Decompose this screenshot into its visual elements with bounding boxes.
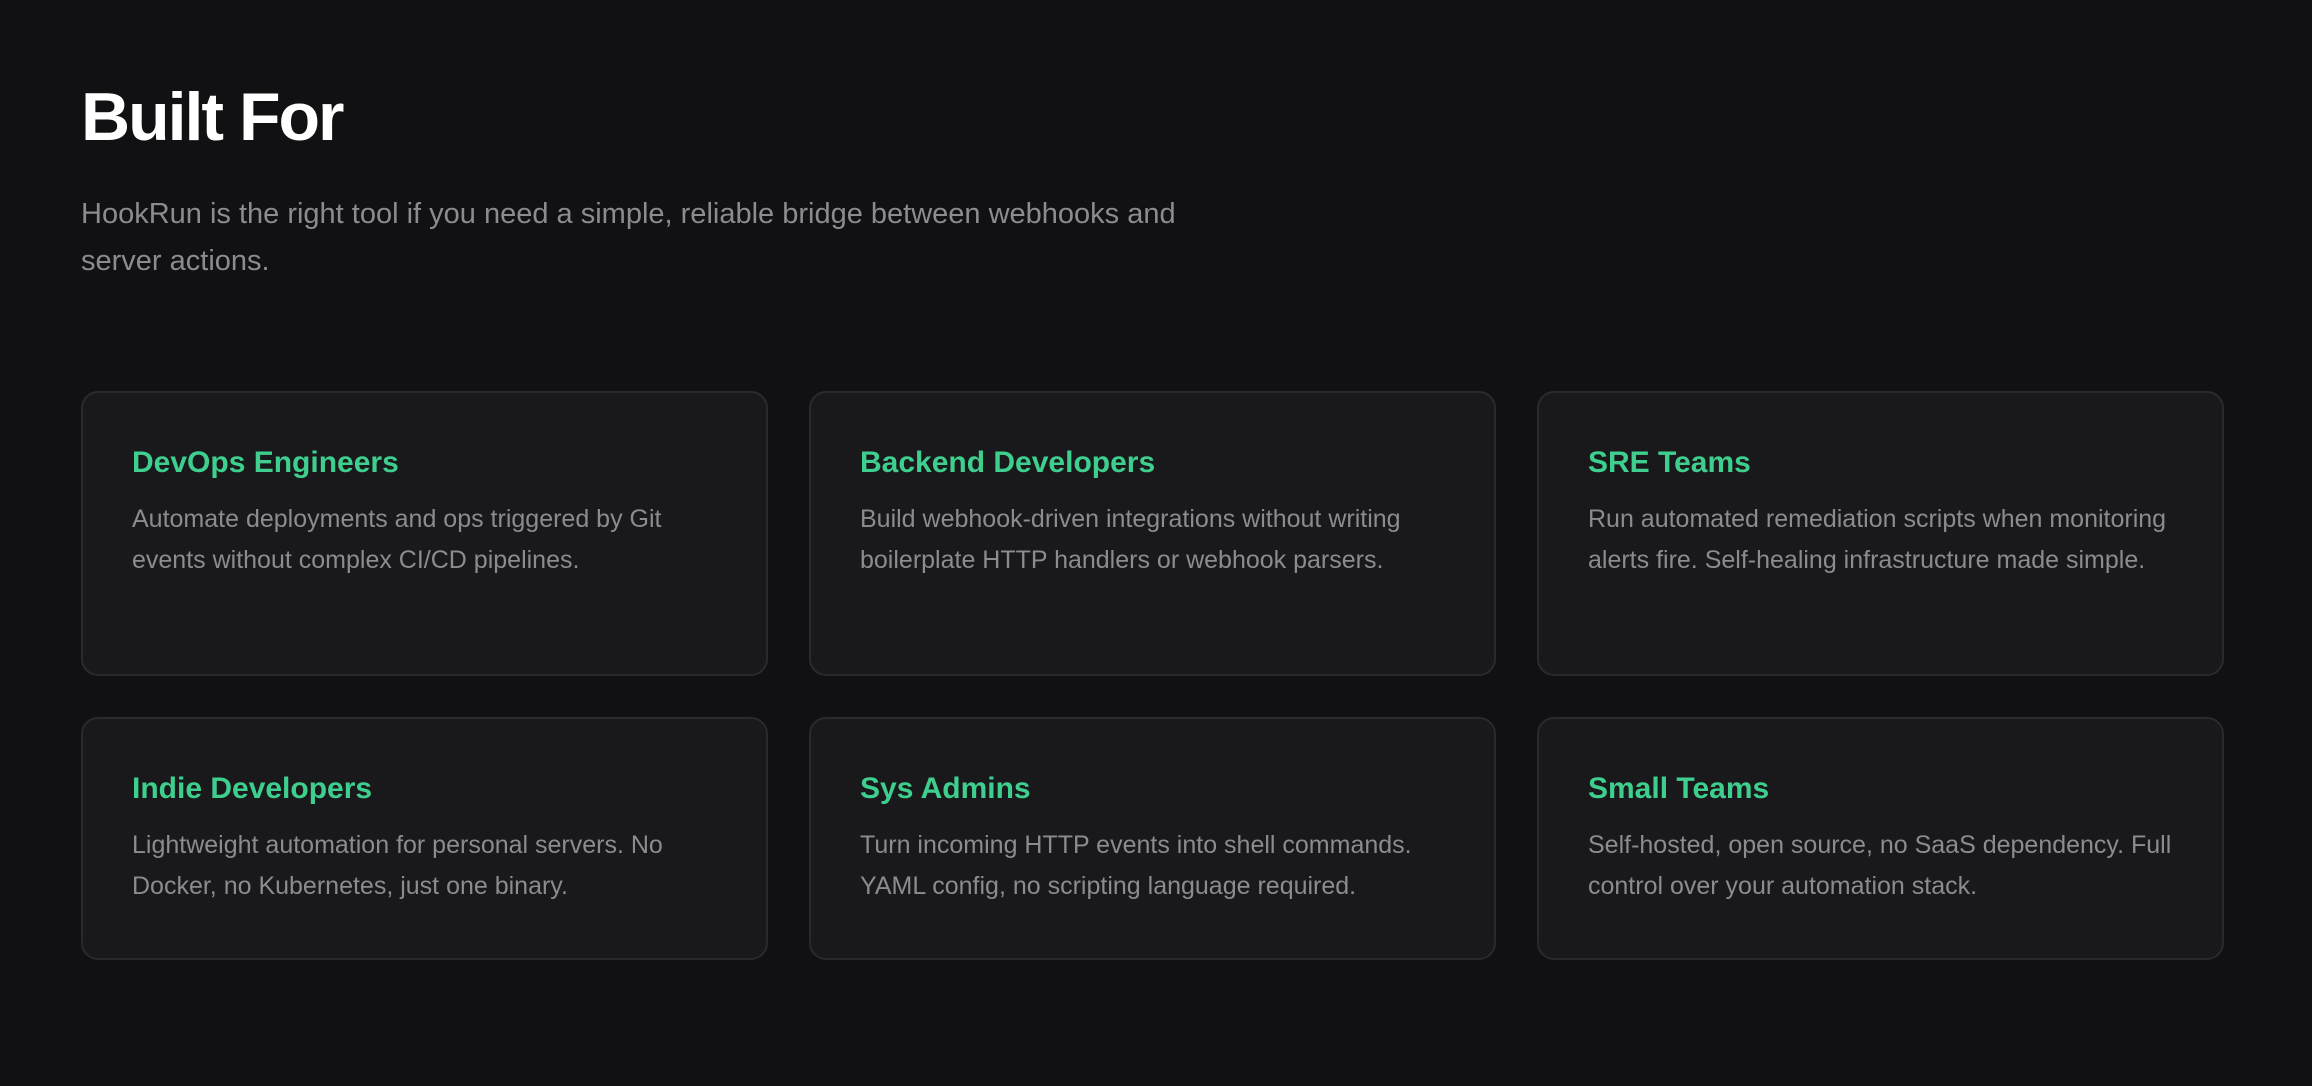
card-title: DevOps Engineers (132, 446, 399, 479)
card-title: Small Teams (1588, 772, 1770, 805)
audience-card-backend-developers: Backend Developers Build webhook-driven … (809, 391, 1496, 676)
card-description: Self-hosted, open source, no SaaS depend… (1588, 831, 2172, 900)
audience-card-small-teams: Small Teams Self-hosted, open source, no… (1537, 717, 2224, 960)
card-description: Lightweight automation for personal serv… (132, 831, 663, 900)
audience-card-devops-engineers: DevOps Engineers Automate deployments an… (81, 391, 768, 676)
card-description: Turn incoming HTTP events into shell com… (860, 831, 1412, 900)
section-subtitle: HookRun is the right tool if you need a … (81, 198, 1176, 277)
audience-card-grid: DevOps Engineers Automate deployments an… (81, 391, 2224, 960)
built-for-section: Built For HookRun is the right tool if y… (0, 0, 2312, 960)
card-description: Run automated remediation scripts when m… (1588, 505, 2167, 574)
audience-card-sys-admins: Sys Admins Turn incoming HTTP events int… (809, 717, 1496, 960)
card-description: Build webhook-driven integrations withou… (860, 505, 1401, 574)
card-title: Indie Developers (132, 772, 373, 805)
audience-card-indie-developers: Indie Developers Lightweight automation … (81, 717, 768, 960)
card-description: Automate deployments and ops triggered b… (132, 505, 662, 574)
card-title: SRE Teams (1588, 446, 1751, 479)
audience-card-sre-teams: SRE Teams Run automated remediation scri… (1537, 391, 2224, 676)
section-title: Built For (81, 79, 345, 155)
card-title: Sys Admins (860, 772, 1031, 805)
card-title: Backend Developers (860, 446, 1156, 479)
